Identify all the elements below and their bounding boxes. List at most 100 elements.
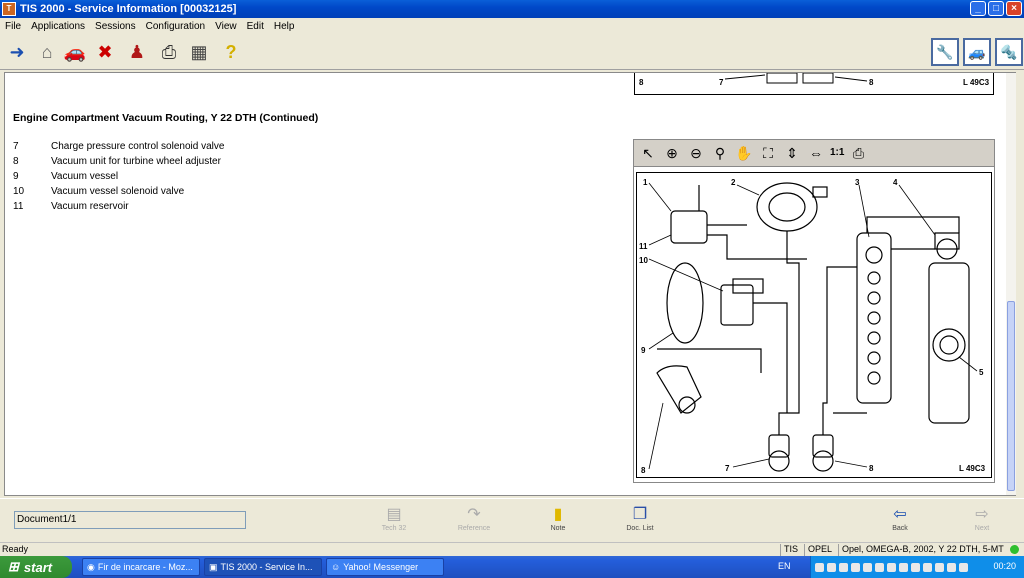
callout-11: 11	[639, 242, 648, 251]
back-button[interactable]: ⇦ Back	[872, 505, 928, 539]
legend-item: 8 Vacuum unit for turbine wheel adjuster	[13, 156, 221, 167]
tech-icon[interactable]: 🔩	[995, 38, 1023, 66]
tray-icon[interactable]	[935, 562, 944, 572]
tech32-icon: ▤	[386, 506, 402, 523]
yahoo-icon: ☺	[331, 562, 341, 572]
legend-item: 7 Charge pressure control solenoid valve	[13, 141, 225, 152]
legend-item: 9 Vacuum vessel	[13, 171, 119, 182]
main-toolbar: ➜ ⌂ 🚗 ✖ ♟ ⎙ ▦ ? 🔧 🚙 🔩	[0, 34, 1024, 70]
callout-3: 3	[855, 178, 860, 187]
image-viewer: ↖ ⊕ ⊖ ⚲ ✋ ⛶ ⇕ ⇔ 1:1 ⎙ 1 2 3 4 5 11 10 9 …	[633, 139, 995, 483]
tray-icon[interactable]	[839, 562, 848, 572]
home-icon[interactable]: ⌂	[34, 39, 60, 65]
doc-list-button[interactable]: ❐ Doc. List	[612, 505, 668, 539]
section-title: Engine Compartment Vacuum Routing, Y 22 …	[13, 112, 319, 124]
tray-icon[interactable]	[899, 562, 908, 572]
tray-icon[interactable]	[863, 562, 872, 572]
callout-4: 4	[893, 178, 898, 187]
tech32-button[interactable]: ▤ Tech 32	[366, 505, 422, 539]
tray-icon[interactable]	[887, 562, 896, 572]
reference-arrow-icon: ↷	[467, 506, 481, 523]
tray-icon[interactable]	[875, 562, 884, 572]
tray-icon[interactable]	[827, 562, 836, 572]
reference-button[interactable]: ↷ Reference	[446, 505, 502, 539]
status-bar: Ready TIS OPEL Opel, OMEGA-B, 2002, Y 22…	[0, 542, 1024, 556]
title-bar: T TIS 2000 - Service Information [000321…	[0, 0, 1024, 18]
menu-sessions[interactable]: Sessions	[90, 21, 141, 32]
menu-bar: File Applications Sessions Configuration…	[0, 18, 1024, 34]
vacuum-routing-diagram: 1 2 3 4 5 11 10 9 8 7 8 L 49C3	[636, 172, 992, 478]
vehicle-data-icon[interactable]: 🚙	[963, 38, 991, 66]
clock: 00:20	[993, 561, 1016, 571]
system-tray: 00:20	[810, 556, 1024, 578]
note-button[interactable]: ▮ Note	[530, 505, 586, 539]
zoom-in-icon[interactable]: ⊕	[662, 143, 682, 163]
help-icon[interactable]: ?	[218, 39, 244, 65]
menu-help[interactable]: Help	[269, 21, 300, 32]
zoom-out-icon[interactable]: ⊖	[686, 143, 706, 163]
vehicle-icon[interactable]: 🚗	[62, 39, 88, 65]
tray-icon[interactable]	[923, 562, 932, 572]
document-counter-field: Document1/1	[14, 511, 246, 529]
diagnostics-icon[interactable]: 🔧	[931, 38, 959, 66]
status-make: OPEL	[804, 544, 838, 556]
zoom-icon[interactable]: ⚲	[710, 143, 730, 163]
status-vehicle: Opel, OMEGA-B, 2002, Y 22 DTH, 5-MT	[838, 544, 1008, 556]
svg-text:8: 8	[639, 78, 644, 87]
callout-2: 2	[731, 178, 736, 187]
back-arrow-icon: ⇦	[893, 506, 907, 523]
minimize-button[interactable]: _	[970, 1, 986, 16]
task-firefox[interactable]: ◉ Fir de incarcare - Moz...	[82, 558, 200, 576]
start-button[interactable]: ⊞ start	[0, 556, 72, 578]
svg-text:8: 8	[869, 78, 874, 87]
tray-icon[interactable]	[959, 562, 968, 572]
note-icon: ▮	[553, 506, 563, 523]
app-icon: T	[2, 2, 16, 16]
svg-text:L 49C3: L 49C3	[963, 78, 990, 87]
menu-configuration[interactable]: Configuration	[141, 21, 210, 32]
actual-size-button[interactable]: 1:1	[830, 143, 844, 163]
print-icon[interactable]: ⎙	[156, 39, 182, 65]
pan-hand-icon[interactable]: ✋	[734, 143, 754, 163]
callout-10: 10	[639, 256, 648, 265]
callout-8-right: 8	[869, 464, 874, 473]
tray-icon[interactable]	[947, 562, 956, 572]
tis-icon: ▣	[209, 561, 218, 572]
next-arrow-icon: ⇨	[975, 506, 989, 523]
stop-icon[interactable]: ✖	[92, 39, 118, 65]
callout-1: 1	[643, 178, 648, 187]
menu-applications[interactable]: Applications	[26, 21, 90, 32]
vertical-scrollbar[interactable]	[1006, 73, 1016, 495]
status-ready: Ready	[2, 544, 29, 554]
menu-file[interactable]: File	[0, 21, 26, 32]
close-button[interactable]: ×	[1006, 1, 1022, 16]
print-image-icon[interactable]: ⎙	[848, 143, 868, 163]
firefox-icon: ◉	[87, 561, 95, 572]
exit-icon[interactable]: ➜	[4, 39, 30, 65]
doc-list-icon: ❐	[632, 506, 648, 523]
connection-indicator-icon	[1010, 545, 1019, 554]
fit-window-icon[interactable]: ⛶	[758, 143, 778, 163]
window-title: TIS 2000 - Service Information [00032125…	[20, 3, 237, 15]
task-yahoo-messenger[interactable]: ☺ Yahoo! Messenger	[326, 558, 444, 576]
tray-icon[interactable]	[851, 562, 860, 572]
menu-view[interactable]: View	[210, 21, 242, 32]
maximize-button[interactable]: □	[988, 1, 1004, 16]
task-tis2000[interactable]: ▣ TIS 2000 - Service In...	[204, 558, 322, 576]
fit-width-icon[interactable]: ⇔	[806, 143, 826, 163]
keyboard-icon[interactable]: ▦	[186, 39, 212, 65]
document-pane: 8 7 8 L 49C3 Engine Compartment Vacuum R…	[4, 72, 1016, 496]
scroll-thumb[interactable]	[1007, 301, 1015, 491]
fit-height-icon[interactable]: ⇕	[782, 143, 802, 163]
next-button[interactable]: ⇨ Next	[954, 505, 1010, 539]
pointer-icon[interactable]: ↖	[638, 143, 658, 163]
legend-item: 11 Vacuum reservoir	[13, 201, 129, 212]
tray-icon[interactable]	[815, 562, 824, 572]
language-indicator[interactable]: EN	[778, 561, 791, 571]
svg-text:7: 7	[719, 78, 724, 87]
navigation-bar: Document1/1 ▤ Tech 32 ↷ Reference ▮ Note…	[0, 498, 1024, 542]
menu-edit[interactable]: Edit	[242, 21, 269, 32]
callout-9: 9	[641, 346, 646, 355]
person-icon[interactable]: ♟	[124, 39, 150, 65]
tray-icon[interactable]	[911, 562, 920, 572]
